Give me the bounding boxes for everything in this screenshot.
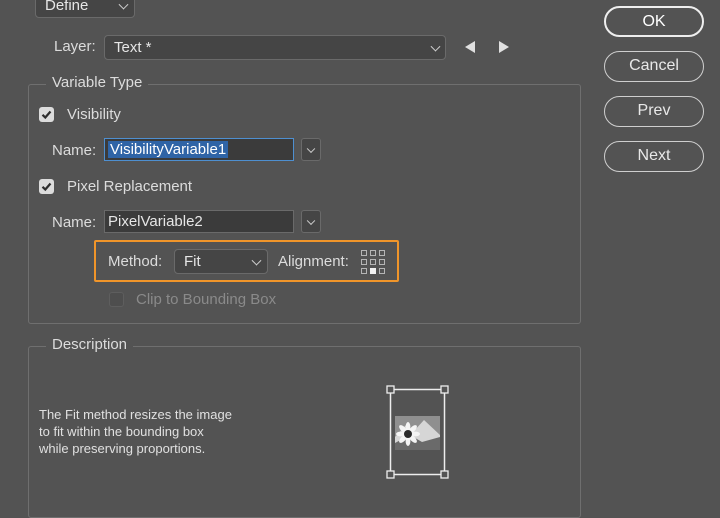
pixel-replacement-checkbox[interactable] — [39, 179, 54, 194]
pixel-name-dropdown-button[interactable] — [301, 210, 321, 233]
cancel-button[interactable]: Cancel — [604, 51, 704, 82]
visibility-checkbox-label: Visibility — [67, 106, 121, 123]
clip-to-bounding-box-label: Clip to Bounding Box — [136, 291, 277, 308]
chevron-down-icon — [118, 0, 129, 10]
checkmark-icon — [41, 110, 52, 120]
triangle-left-icon[interactable] — [465, 41, 475, 53]
define-mode-value: Define — [45, 0, 89, 14]
layer-select[interactable]: Text * — [104, 35, 446, 60]
visibility-name-dropdown-button[interactable] — [301, 138, 321, 161]
next-button[interactable]: Next — [604, 141, 704, 172]
method-select-value: Fit — [184, 253, 201, 270]
visibility-name-label: Name: — [52, 142, 97, 159]
checkmark-icon — [41, 182, 52, 192]
pixel-name-input[interactable]: PixelVariable2 — [104, 210, 294, 233]
variable-type-legend: Variable Type — [46, 74, 149, 91]
layer-select-value: Text * — [114, 39, 152, 56]
chevron-down-icon — [251, 255, 262, 266]
description-legend: Description — [46, 336, 134, 353]
visibility-name-value: VisibilityVariable1 — [108, 141, 229, 158]
define-mode-select[interactable]: Define — [35, 0, 135, 18]
chevron-down-icon — [306, 216, 316, 225]
description-line: The Fit method resizes the image — [39, 407, 232, 422]
alignment-label: Alignment: — [278, 253, 349, 270]
clip-to-bounding-box-checkbox[interactable] — [109, 292, 124, 307]
pixel-name-value: PixelVariable2 — [108, 213, 203, 230]
triangle-right-icon[interactable] — [499, 41, 509, 53]
chevron-down-icon — [306, 144, 316, 153]
prev-button[interactable]: Prev — [604, 96, 704, 127]
method-select[interactable]: Fit — [174, 249, 268, 274]
method-label: Method: — [108, 253, 163, 270]
ok-button[interactable]: OK — [604, 6, 704, 37]
fit-preview-icon — [386, 385, 449, 479]
pixel-replacement-checkbox-label: Pixel Replacement — [67, 178, 193, 195]
description-line: while preserving proportions. — [39, 441, 206, 456]
pixel-name-label: Name: — [52, 214, 97, 231]
visibility-name-input[interactable]: VisibilityVariable1 — [104, 138, 294, 161]
description-line: to fit within the bounding box — [39, 424, 204, 439]
visibility-checkbox[interactable] — [39, 107, 54, 122]
description-text: The Fit method resizes the image to fit … — [39, 406, 232, 457]
alignment-grid-icon[interactable] — [360, 249, 386, 275]
chevron-down-icon — [430, 41, 441, 52]
layer-label: Layer: — [54, 38, 96, 55]
